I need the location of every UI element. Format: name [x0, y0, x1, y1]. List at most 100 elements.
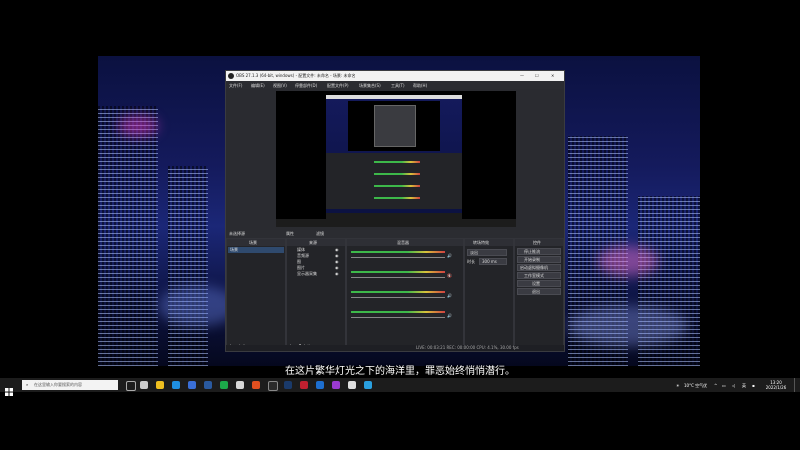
scenes-dock: 场景 场景 + − ∧ ∨	[226, 238, 286, 351]
eye-icon[interactable]: ◉	[335, 247, 339, 252]
menu-item-help[interactable]: 帮助(H)	[413, 83, 427, 88]
stop-streaming-button[interactable]: 停止推流	[517, 248, 561, 255]
app-icon[interactable]	[332, 381, 340, 389]
nested-meter	[374, 185, 420, 187]
tray-chevron-icon[interactable]: ^	[714, 383, 717, 388]
mixer-dock: 混音器 🔊 🔇 🔊 🔊	[346, 238, 464, 351]
nested-meter	[374, 197, 420, 199]
source-toolbar: 未选择源 属性 滤镜	[226, 230, 564, 238]
source-item-label: 音频源	[297, 253, 309, 258]
app-icon[interactable]	[316, 381, 324, 389]
show-desktop-button[interactable]	[794, 378, 797, 392]
ime-indicator[interactable]: 英	[742, 383, 746, 388]
clock[interactable]: 13:20 2022/1/26	[762, 380, 790, 391]
network-icon[interactable]: ▭	[722, 383, 726, 388]
obs-window: OBS 27.1.3 (64-bit, windows) - 配置文件: 未命名…	[225, 70, 565, 352]
nested-meter	[374, 173, 420, 175]
filters-button[interactable]: 滤镜	[316, 231, 324, 236]
search-placeholder: 在这里输入你要搜索的内容	[34, 382, 82, 387]
nested-capture	[326, 95, 462, 219]
weather-icon[interactable]: ☀	[676, 383, 680, 388]
menu-item-scene-collection[interactable]: 场景集合(S)	[359, 83, 381, 88]
no-source-label: 未选择源	[229, 231, 245, 236]
duration-field[interactable]: 300 ms	[479, 258, 507, 265]
volume-icon[interactable]: ◁	[732, 383, 735, 388]
close-icon[interactable]: ✕	[551, 73, 554, 78]
source-item[interactable]: 显示器采集 ◉	[289, 271, 345, 277]
volume-slider[interactable]	[351, 297, 445, 298]
edge-icon[interactable]	[172, 381, 180, 389]
settings-button[interactable]: 设置	[517, 280, 561, 287]
volume-slider[interactable]	[351, 277, 445, 278]
file-explorer-icon[interactable]	[156, 381, 164, 389]
eye-icon[interactable]: ◉	[335, 271, 339, 276]
building	[98, 106, 158, 366]
word-icon[interactable]	[204, 381, 212, 389]
transition-value: 淡出	[470, 250, 478, 255]
menu-item-tools[interactable]: 工具(T)	[391, 83, 405, 88]
clock-date: 2022/1/26	[765, 385, 787, 390]
obs-taskbar-icon[interactable]	[268, 381, 278, 391]
sources-title: 来源	[309, 240, 317, 245]
app-icon[interactable]	[252, 381, 260, 389]
audio-meter	[351, 311, 445, 313]
obs-logo-icon	[228, 73, 234, 79]
scene-item[interactable]: 场景	[228, 247, 284, 253]
eye-icon[interactable]: ◉	[335, 259, 339, 264]
source-item-label: 媒体	[297, 247, 305, 252]
menu-item-docks[interactable]: 停靠部件(D)	[295, 83, 317, 88]
menu-item-view[interactable]: 视图(V)	[273, 83, 287, 88]
app-icon[interactable]	[364, 381, 372, 389]
window-title: OBS 27.1.3 (64-bit, windows) - 配置文件: 未命名…	[236, 73, 356, 78]
start-recording-button[interactable]: 开始录制	[517, 256, 561, 263]
speaker-icon[interactable]: 🔊	[447, 313, 452, 318]
menu-item-edit[interactable]: 编辑(E)	[251, 83, 265, 88]
app-icon[interactable]	[236, 381, 244, 389]
transition-select[interactable]: 淡出	[467, 249, 507, 256]
source-item-label: 图片	[297, 265, 305, 270]
nested-preview	[348, 101, 440, 151]
maximize-icon[interactable]: ☐	[535, 73, 539, 78]
properties-button[interactable]: 属性	[286, 231, 294, 236]
neon-glow	[118, 116, 158, 136]
windows-start-icon[interactable]	[5, 381, 13, 396]
virtual-camera-button[interactable]: 启动虚拟摄像机	[517, 264, 561, 271]
mute-icon[interactable]: 🔇	[447, 273, 452, 278]
app-icon[interactable]	[348, 381, 356, 389]
menu-item-profile[interactable]: 配置文件(P)	[327, 83, 349, 88]
exit-button[interactable]: 退出	[517, 288, 561, 295]
eye-icon[interactable]: ◉	[335, 253, 339, 258]
status-bar: LIVE: 00:03:21 REC: 00:00:00 CPU: 4.1%, …	[226, 345, 564, 351]
source-item-label: 显示器采集	[297, 271, 317, 276]
volume-slider[interactable]	[351, 317, 445, 318]
search-box[interactable]: ⌕ 在这里输入你要搜索的内容	[22, 380, 118, 390]
speaker-icon[interactable]: 🔊	[447, 293, 452, 298]
app-icon[interactable]	[140, 381, 148, 389]
app-tray-icon[interactable]: ▪	[752, 383, 755, 388]
controls-title: 控件	[533, 240, 541, 245]
speaker-icon[interactable]: 🔊	[447, 253, 452, 258]
menu-item-file[interactable]: 文件(F)	[229, 83, 242, 88]
studio-mode-button[interactable]: 工作室模式	[517, 272, 561, 279]
volume-slider[interactable]	[351, 257, 445, 258]
transitions-dock: 转场特效 淡出 时长 300 ms	[464, 238, 514, 351]
start-recording-label: 开始录制	[524, 257, 540, 262]
scene-item-label: 场景	[230, 247, 238, 252]
mixer-header: 混音器	[347, 239, 463, 246]
chrome-icon[interactable]	[220, 381, 228, 389]
duration-label: 时长	[467, 259, 475, 264]
taskbar	[0, 378, 800, 392]
store-icon[interactable]	[188, 381, 196, 389]
eye-icon[interactable]: ◉	[335, 265, 339, 270]
studio-mode-label: 工作室模式	[524, 273, 544, 278]
app-icon[interactable]	[300, 381, 308, 389]
minimize-icon[interactable]: —	[520, 73, 524, 78]
steam-icon[interactable]	[284, 381, 292, 389]
weather-text[interactable]: 10°C 空气优	[684, 383, 707, 388]
audio-meter	[351, 251, 445, 253]
task-view-icon[interactable]	[126, 381, 136, 391]
sources-dock: 来源 媒体◉ 音频源◉ 图◉ 图片◉ 显示器采集◉ + − ⚙ ∧ ∨	[286, 238, 346, 351]
preview-canvas[interactable]	[276, 91, 516, 227]
video-subtitle: 在这片繁华灯光之下的海洋里，罪恶始终悄悄潜行。	[285, 366, 515, 377]
docks-area: 场景 场景 + − ∧ ∨ 来源 媒体◉ 音频源◉ 图◉ 图片◉ 显示器采集◉ …	[226, 238, 564, 351]
